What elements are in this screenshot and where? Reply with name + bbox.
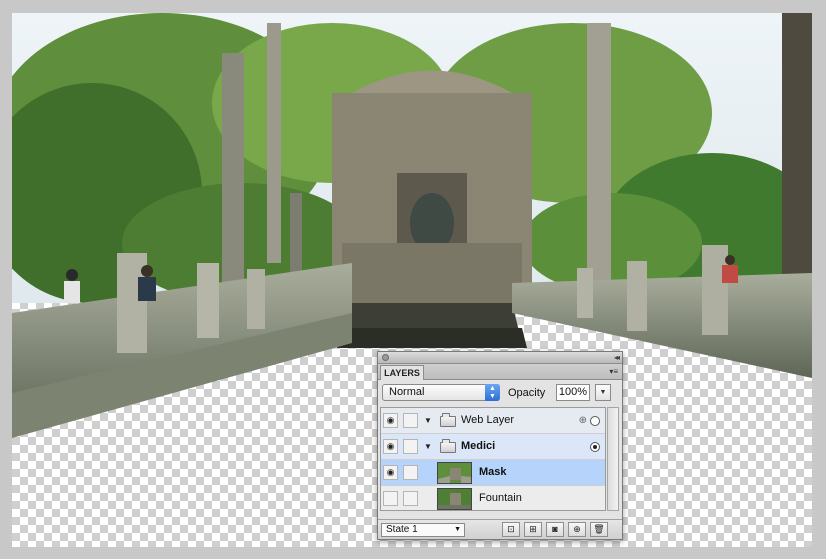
target-icon[interactable] <box>590 416 600 426</box>
target-icon[interactable] <box>590 442 600 452</box>
tab-layers[interactable]: LAYERS <box>380 365 424 380</box>
collapse-icon[interactable]: ◂◂ <box>614 353 620 362</box>
state-select[interactable]: State 1 ▼ <box>381 523 465 537</box>
chevron-down-icon: ▼ <box>454 526 461 533</box>
link-box[interactable] <box>403 491 418 506</box>
layer-thumbnail <box>437 488 472 510</box>
opacity-dropdown-button[interactable]: ▼ <box>595 384 611 401</box>
eye-icon[interactable]: ◉ <box>383 465 398 480</box>
layer-row-mask[interactable]: ◉ Mask <box>381 460 605 486</box>
layers-panel: ◂◂ LAYERS ▾≡ Normal ▲ ▼ Opacity 100% ▼ ◉ … <box>377 351 623 540</box>
add-mask-button[interactable]: ◙ <box>546 522 564 537</box>
layer-list-scrollbar[interactable] <box>607 407 619 511</box>
panel-tab-row: LAYERS ▾≡ <box>378 364 622 380</box>
select-arrows-icon: ▲ ▼ <box>485 384 500 401</box>
layer-thumbnail <box>437 462 472 484</box>
disclosure-triangle-icon[interactable]: ▼ <box>424 416 432 425</box>
opacity-input[interactable]: 100% <box>556 384 590 401</box>
eye-icon[interactable]: ◉ <box>383 413 398 428</box>
visibility-box[interactable] <box>383 491 398 506</box>
opacity-label: Opacity <box>508 387 546 399</box>
blend-mode-value: Normal <box>389 386 425 398</box>
blend-mode-select[interactable]: Normal ▲ ▼ <box>382 384 500 401</box>
layer-name: Fountain <box>479 492 522 504</box>
link-box[interactable] <box>403 465 418 480</box>
layer-controls: Normal ▲ ▼ Opacity 100% ▼ <box>378 380 622 404</box>
panel-menu-icon[interactable]: ▾≡ <box>609 367 618 376</box>
new-state-button[interactable]: ⊡ <box>502 522 520 537</box>
state-select-value: State 1 <box>386 524 418 535</box>
layer-row-web-layer[interactable]: ◉ ▼ Web Layer ⊕ <box>381 408 605 434</box>
panel-titlebar[interactable]: ◂◂ <box>378 352 622 364</box>
layer-name: Mask <box>479 466 507 478</box>
layer-name: Medici <box>461 440 496 452</box>
panel-footer: State 1 ▼ ⊡ ⊞ ◙ ⊕ 🗑 <box>378 519 622 539</box>
layer-row-medici[interactable]: ◉ ▼ Medici <box>381 434 605 460</box>
link-box[interactable] <box>403 439 418 454</box>
new-frame-button[interactable]: ⊞ <box>524 522 542 537</box>
layer-row-fountain[interactable]: Fountain <box>381 486 605 510</box>
eye-icon[interactable]: ◉ <box>383 439 398 454</box>
layer-list: ◉ ▼ Web Layer ⊕ ◉ ▼ Medici ◉ Mask Founta… <box>380 407 606 511</box>
trash-icon[interactable]: 🗑 <box>590 522 608 537</box>
folder-icon <box>440 413 456 427</box>
link-box[interactable] <box>403 413 418 428</box>
folder-icon <box>440 439 456 453</box>
move-handle-icon[interactable]: ⊕ <box>579 415 587 426</box>
close-icon[interactable] <box>382 354 389 361</box>
layer-name: Web Layer <box>461 414 514 426</box>
disclosure-triangle-icon[interactable]: ▼ <box>424 442 432 451</box>
new-layer-button[interactable]: ⊕ <box>568 522 586 537</box>
